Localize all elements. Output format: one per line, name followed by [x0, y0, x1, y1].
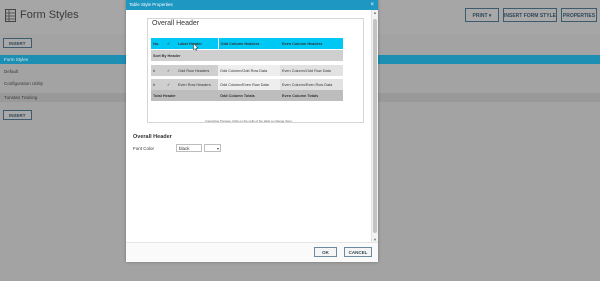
print-button[interactable]: PRINT ▾	[465, 8, 499, 22]
scroll-up-icon[interactable]: ▲	[372, 10, 378, 15]
font-color-dropdown[interactable]: ▾	[204, 144, 221, 152]
row-no-cell[interactable]: #	[151, 65, 165, 76]
mouse-pointer-icon	[193, 43, 199, 51]
odd-column-totals-cell[interactable]: Odd Column Totals	[218, 90, 280, 101]
row-no-cell[interactable]: #	[151, 79, 165, 90]
odd-col-even-row-cell[interactable]: Odd Column/Even Row Data	[218, 79, 280, 90]
odd-column-header-cell[interactable]: Odd Column Headers	[218, 38, 280, 49]
insert-button-bottom[interactable]: INSERT	[3, 110, 32, 120]
odd-col-odd-row-cell[interactable]: Odd Column/Odd Row Data	[218, 65, 280, 76]
preview-overall-header[interactable]: Overall Header	[152, 20, 199, 27]
table-style-properties-dialog: Table Style Properties × Overall Header …	[126, 0, 378, 262]
dialog-titlebar: Table Style Properties ×	[126, 0, 378, 10]
sort-by-header-cell[interactable]: Sort By Header	[151, 50, 343, 61]
chevron-down-icon: ▾	[216, 146, 219, 151]
ok-button[interactable]: OK	[314, 247, 337, 257]
table-row: # ✓ Even Row Headers Odd Column/Even Row…	[151, 79, 343, 90]
insert-form-style-button[interactable]: INSERT FORM STYLE	[503, 8, 557, 22]
insert-button-top[interactable]: INSERT	[3, 38, 32, 48]
even-col-even-row-cell[interactable]: Even Column/Even Row Data	[280, 79, 343, 90]
even-col-odd-row-cell[interactable]: Even Column/Odd Row Data	[280, 65, 343, 76]
close-icon[interactable]: ×	[370, 1, 374, 9]
table-row: # ✓ Odd Row Headers Odd Column/Odd Row D…	[151, 65, 343, 76]
row-check-cell[interactable]: ✓	[165, 65, 176, 76]
preview-table: No. ✓ Label Header Odd Column Headers Ev…	[151, 38, 343, 101]
page-title: Form Styles	[20, 9, 79, 21]
row-check-cell[interactable]: ✓	[165, 79, 176, 90]
table-row: No. ✓ Label Header Odd Column Headers Ev…	[151, 38, 343, 49]
dialog-body: Overall Header No. ✓ Label Header Odd Co…	[126, 10, 372, 242]
scrollbar[interactable]: ▲ ▼	[371, 10, 378, 242]
even-column-header-cell[interactable]: Even Column Headers	[280, 38, 343, 49]
font-color-input[interactable]: black	[176, 144, 202, 152]
section-title: Overall Header	[133, 134, 172, 140]
header-no-cell[interactable]: No.	[151, 38, 165, 49]
total-header-cell[interactable]: Total Header	[151, 90, 218, 101]
scroll-thumb[interactable]	[373, 19, 377, 233]
table-row: Total Header Odd Column Totals Even Colu…	[151, 90, 343, 101]
cancel-button[interactable]: CANCEL	[344, 247, 372, 257]
even-column-totals-cell[interactable]: Even Column Totals	[280, 90, 343, 101]
dialog-title: Table Style Properties	[129, 2, 173, 7]
even-row-header-cell[interactable]: Even Row Headers	[176, 79, 218, 90]
header-check-cell[interactable]: ✓	[165, 38, 176, 49]
dialog-footer: OK CANCEL	[126, 242, 378, 262]
properties-button[interactable]: PROPERTIES	[561, 8, 597, 22]
preview-note: Interactive Preview. Click on the cells …	[205, 119, 293, 123]
table-row: Sort By Header	[151, 50, 343, 61]
table-icon	[5, 9, 16, 22]
odd-row-header-cell[interactable]: Odd Row Headers	[176, 65, 218, 76]
font-color-label: Font Color	[133, 146, 155, 151]
